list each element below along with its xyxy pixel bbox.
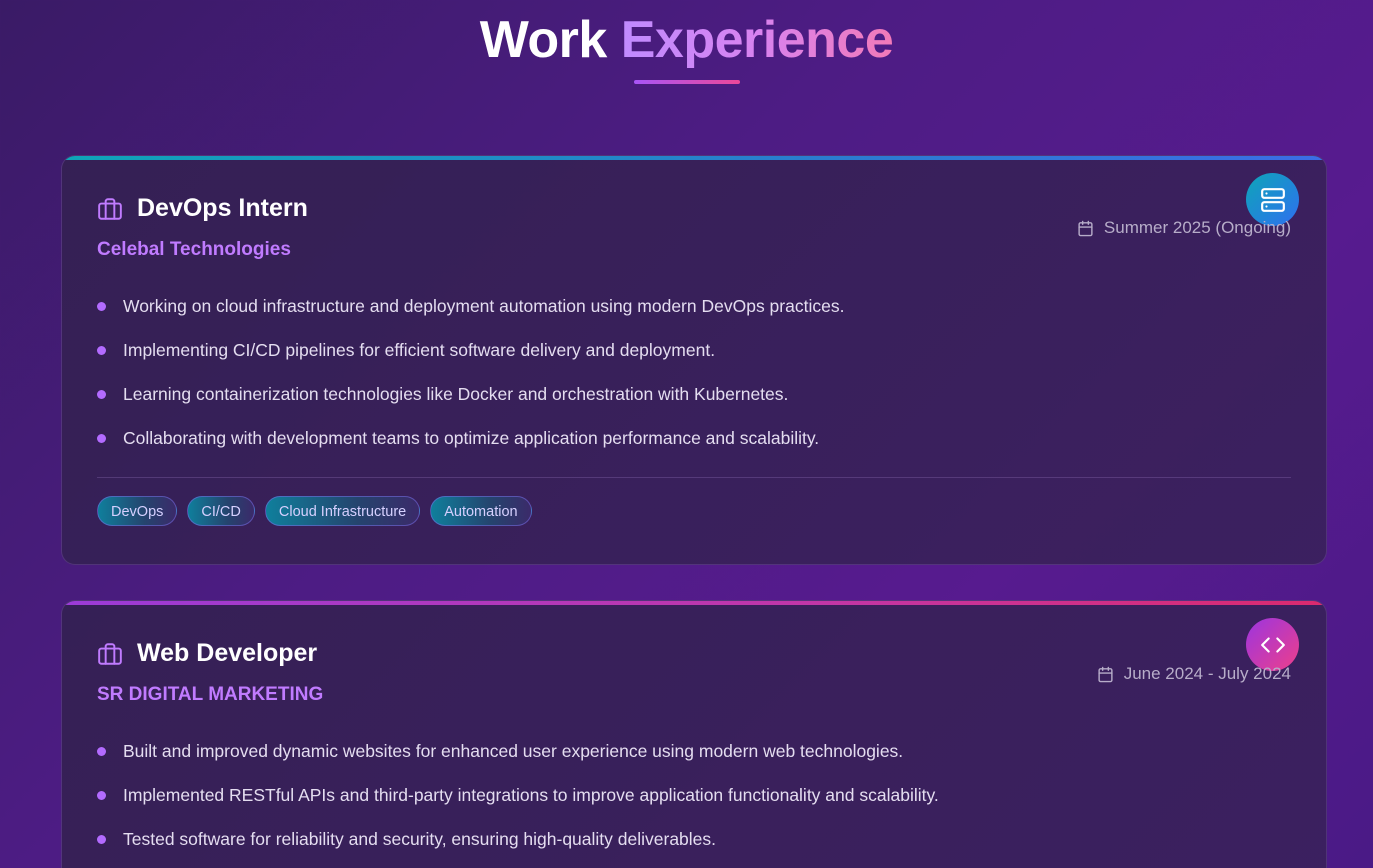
bullet-dot xyxy=(97,791,106,800)
role-row: DevOps Intern xyxy=(97,194,308,223)
list-item-text: Implemented RESTful APIs and third-party… xyxy=(123,785,939,805)
title-word-experience: Experience xyxy=(620,11,894,69)
calendar-icon xyxy=(1097,666,1114,683)
section-title: Work Experience xyxy=(0,8,1373,72)
list-item-text: Built and improved dynamic websites for … xyxy=(123,741,904,761)
responsibility-list: Working on cloud infrastructure and depl… xyxy=(97,284,844,460)
divider xyxy=(97,477,1291,478)
bullet-dot xyxy=(97,390,106,399)
date-text: Summer 2025 (Ongoing) xyxy=(1103,218,1291,237)
date-range: June 2024 - July 2024 xyxy=(1097,664,1291,684)
bullet-dot xyxy=(97,346,106,355)
list-item-text: Learning containerization technologies l… xyxy=(123,384,789,404)
bullet-dot xyxy=(97,434,106,443)
title-underline xyxy=(633,80,740,84)
briefcase-icon xyxy=(97,641,123,667)
list-item: Tested software for reliability and secu… xyxy=(97,817,939,861)
role-row: Web Developer xyxy=(97,639,317,668)
skill-tag: DevOps xyxy=(97,496,178,526)
job-title: DevOps Intern xyxy=(137,194,308,222)
job-title: Web Developer xyxy=(137,639,318,667)
skill-tag: CI/CD xyxy=(187,496,255,526)
skill-tags: DevOps CI/CD Cloud Infrastructure Automa… xyxy=(97,496,542,526)
bullet-dot xyxy=(97,302,106,311)
company-name: SR DIGITAL MARKETING xyxy=(97,684,324,705)
card-accent-bar xyxy=(62,601,1326,605)
title-word-work: Work xyxy=(479,11,608,69)
list-item: Implemented RESTful APIs and third-party… xyxy=(97,773,939,817)
company-name: Celebal Technologies xyxy=(97,239,291,260)
bullet-dot xyxy=(97,747,106,756)
list-item-text: Collaborating with development teams to … xyxy=(123,428,820,448)
skill-tag: Automation xyxy=(430,496,532,526)
section-header: Work Experience xyxy=(0,0,1373,84)
bullet-dot xyxy=(97,835,106,844)
list-item: Learning containerization technologies l… xyxy=(97,372,844,416)
experience-card-devops: DevOps Intern Celebal Technologies Summe… xyxy=(61,155,1327,565)
list-item: Built and improved dynamic websites for … xyxy=(97,729,939,773)
experience-card-web-developer: Web Developer SR DIGITAL MARKETING June … xyxy=(61,600,1327,868)
calendar-icon xyxy=(1077,220,1094,237)
list-item: Implementing CI/CD pipelines for efficie… xyxy=(97,328,844,372)
responsibility-list: Built and improved dynamic websites for … xyxy=(97,729,939,861)
briefcase-icon xyxy=(97,196,123,222)
date-range: Summer 2025 (Ongoing) xyxy=(1077,218,1291,238)
card-accent-bar xyxy=(62,156,1326,160)
list-item-text: Working on cloud infrastructure and depl… xyxy=(123,296,845,316)
date-text: June 2024 - July 2024 xyxy=(1123,664,1291,683)
list-item-text: Tested software for reliability and secu… xyxy=(123,829,717,849)
list-item: Collaborating with development teams to … xyxy=(97,416,844,460)
list-item-text: Implementing CI/CD pipelines for efficie… xyxy=(123,340,716,360)
list-item: Working on cloud infrastructure and depl… xyxy=(97,284,844,328)
skill-tag: Cloud Infrastructure xyxy=(264,496,421,526)
